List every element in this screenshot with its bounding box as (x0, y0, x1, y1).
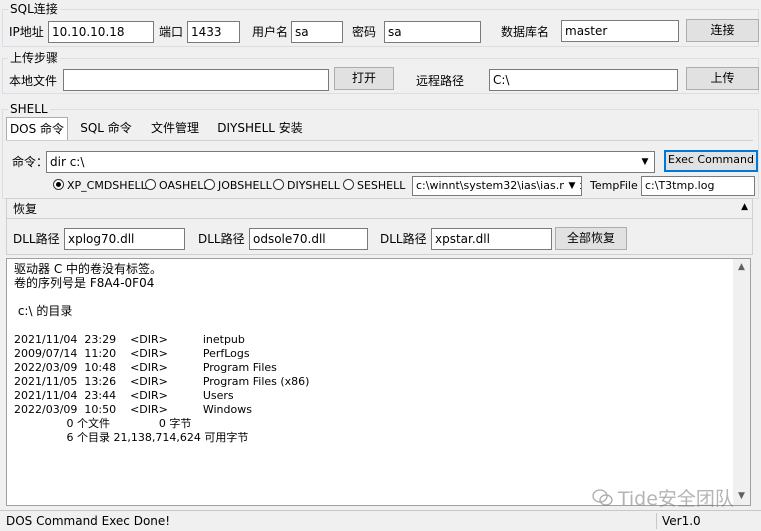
tab-file-manager[interactable]: 文件管理 (144, 117, 206, 141)
database-input[interactable]: master (561, 20, 679, 42)
radio-button-icon (343, 179, 354, 190)
command-output-area[interactable]: 驱动器 C 中的卷没有标签。 卷的序列号是 F8A4-0F04 c:\ 的目录 … (6, 258, 751, 506)
radio-oashell[interactable]: OASHELL (145, 178, 209, 194)
tab-diyshell-install[interactable]: DIYSHELL 安装 (214, 117, 306, 141)
output-line: 2021/11/04 23:44 <DIR> Users (14, 389, 234, 402)
connect-button[interactable]: 连接 (686, 19, 759, 42)
password-label: 密码 (352, 25, 377, 39)
chevron-down-icon[interactable]: ▼ (564, 178, 580, 194)
chevron-down-icon[interactable]: ▼ (637, 153, 653, 171)
dll-path-input-3[interactable]: xpstar.dll (431, 228, 552, 250)
local-file-input[interactable] (63, 69, 329, 91)
database-label: 数据库名 (501, 25, 550, 39)
output-line: 2021/11/04 23:29 <DIR> inetpub (14, 333, 245, 346)
radio-label: JOBSHELL (218, 179, 272, 192)
status-message: DOS Command Exec Done! (6, 514, 171, 528)
radio-button-icon (145, 179, 156, 190)
status-divider (656, 513, 657, 529)
output-line: 2022/03/09 10:48 <DIR> Program Files (14, 361, 277, 374)
vertical-scrollbar[interactable]: ▲ ▼ (733, 259, 750, 505)
username-label: 用户名 (252, 25, 289, 39)
dll-path-input-2[interactable]: odsole70.dll (249, 228, 368, 250)
sql-connection-title: SQL连接 (8, 2, 60, 16)
ip-label: IP地址 (9, 25, 44, 39)
restore-all-button[interactable]: 全部恢复 (555, 227, 627, 250)
radio-button-icon (204, 179, 215, 190)
radio-button-icon (273, 179, 284, 190)
local-file-label: 本地文件 (9, 74, 58, 88)
remote-path-input[interactable]: C:\ (489, 69, 678, 91)
tab-strip-line (6, 140, 753, 141)
output-line: 驱动器 C 中的卷没有标签。 (14, 262, 163, 276)
tempfile-input[interactable]: c:\T3tmp.log (641, 176, 755, 196)
upload-title: 上传步骤 (8, 51, 61, 65)
command-value: dir c:\ (50, 155, 85, 169)
port-label: 端口 (159, 25, 184, 39)
watermark: Tide安全团队 (592, 484, 734, 510)
output-line: c:\ 的目录 (14, 304, 73, 318)
wechat-icon (592, 488, 613, 506)
ip-input[interactable]: 10.10.10.18 (48, 21, 154, 43)
output-line: 2021/11/05 13:26 <DIR> Program Files (x8… (14, 375, 310, 388)
scroll-down-icon[interactable]: ▼ (733, 488, 750, 505)
radio-xp-cmdshell[interactable]: XP_CMDSHELL (53, 178, 147, 194)
shell-title: SHELL (8, 102, 50, 116)
remote-path-label: 远程路径 (416, 74, 465, 88)
collapse-arrow-icon[interactable]: ▲ (741, 202, 748, 212)
mdb-path-value: c:\winnt\system32\ias\ias.mdb (416, 179, 582, 192)
tempfile-label: TempFile (590, 179, 638, 192)
username-input[interactable]: sa (291, 21, 343, 43)
watermark-text: Tide安全团队 (617, 488, 734, 510)
dll-path-input-1[interactable]: xplog70.dll (64, 228, 185, 250)
upload-button[interactable]: 上传 (686, 67, 759, 90)
version-label: Ver1.0 (662, 514, 701, 528)
mdb-path-select[interactable]: c:\winnt\system32\ias\ias.mdb ▼ (412, 176, 582, 196)
scroll-up-icon[interactable]: ▲ (733, 259, 750, 276)
password-input[interactable]: sa (384, 21, 481, 43)
command-label: 命令： (12, 155, 49, 169)
radio-label: SESHELL (357, 179, 406, 192)
restore-header[interactable]: 恢复 ▲ (7, 199, 752, 219)
status-bar: DOS Command Exec Done! Ver1.0 (0, 510, 761, 531)
radio-seshell[interactable]: SESHELL (343, 178, 405, 194)
radio-button-icon (53, 179, 64, 190)
exec-command-button[interactable]: Exec Command (664, 150, 758, 172)
radio-label: DIYSHELL (287, 179, 340, 192)
radio-label: XP_CMDSHELL (67, 179, 147, 192)
dll-path-label-1: DLL路径 (13, 232, 60, 246)
command-combobox[interactable]: dir c:\ ▼ (46, 151, 655, 173)
radio-jobshell[interactable]: JOBSHELL (204, 178, 272, 194)
tab-dos-command[interactable]: DOS 命令 (6, 117, 68, 141)
tab-sql-command[interactable]: SQL 命令 (76, 117, 136, 141)
open-button[interactable]: 打开 (334, 67, 394, 90)
restore-title: 恢复 (13, 202, 38, 216)
output-line: 卷的序列号是 F8A4-0F04 (14, 276, 155, 290)
dll-path-label-3: DLL路径 (380, 232, 427, 246)
output-line: 2022/03/09 10:50 <DIR> Windows (14, 403, 252, 416)
output-line: 0 个文件 0 字节 (14, 417, 192, 430)
port-input[interactable]: 1433 (187, 21, 240, 43)
output-line: 2009/07/14 11:20 <DIR> PerfLogs (14, 347, 250, 360)
radio-diyshell[interactable]: DIYSHELL (273, 178, 340, 194)
output-line: 6 个目录 21,138,714,624 可用字节 (14, 431, 249, 444)
dll-path-label-2: DLL路径 (198, 232, 245, 246)
radio-label: OASHELL (159, 179, 210, 192)
